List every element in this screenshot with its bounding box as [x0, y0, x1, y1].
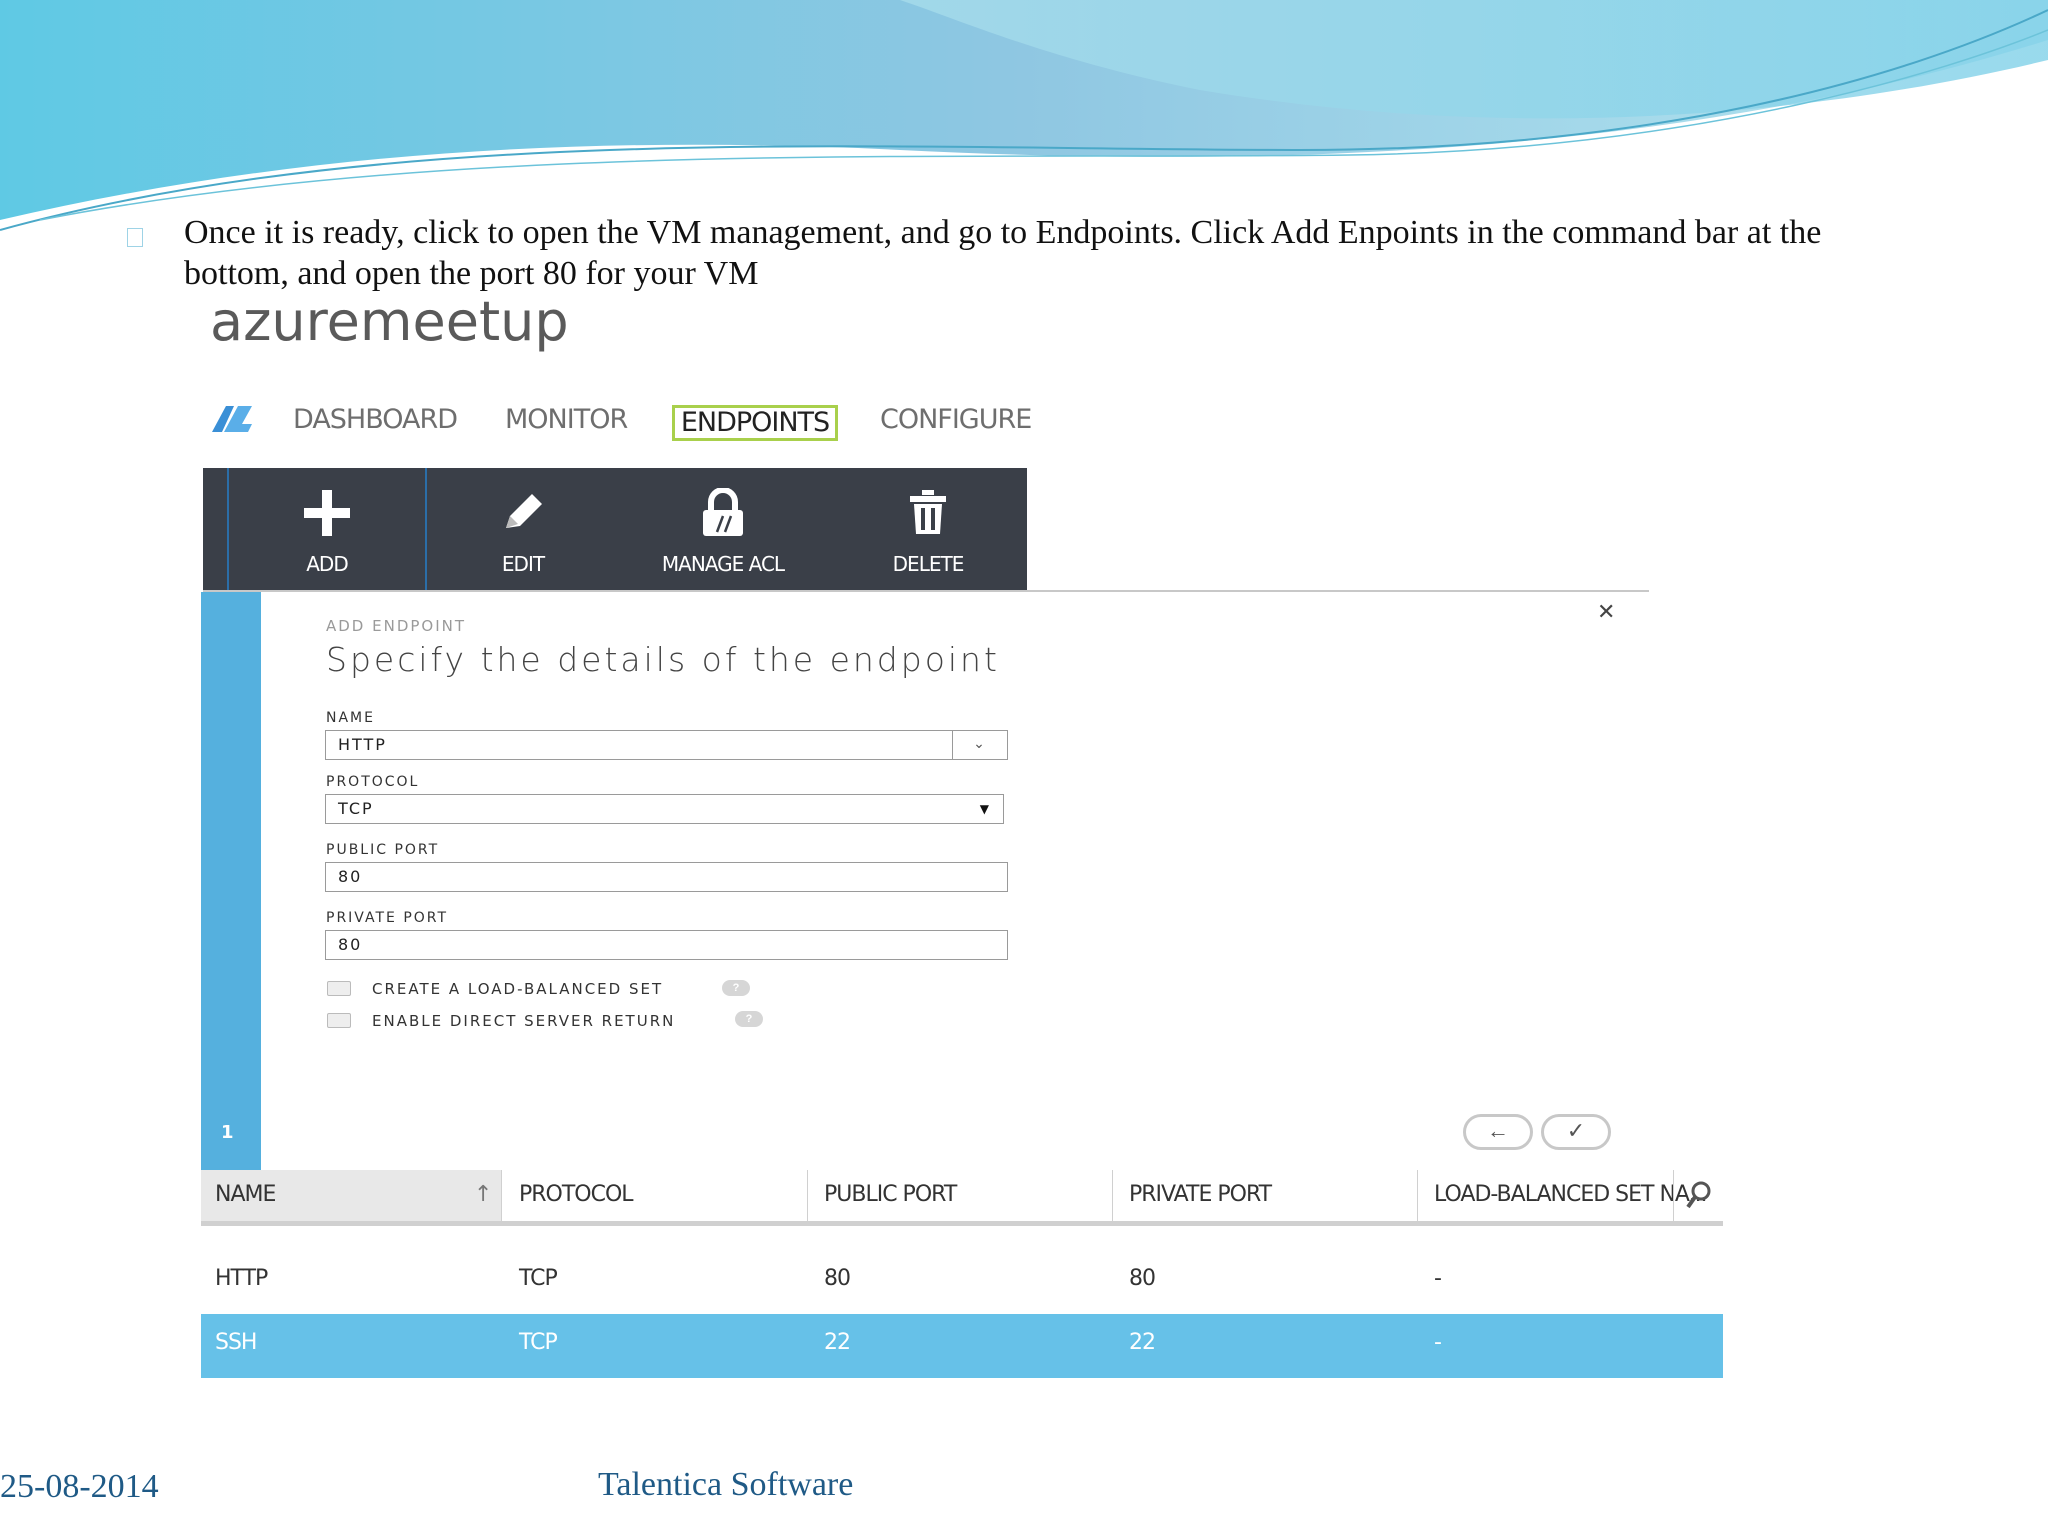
- direct-server-return-label: ENABLE DIRECT SERVER RETURN: [372, 1012, 676, 1030]
- public-port-input[interactable]: 80: [325, 862, 1008, 892]
- column-divider: [807, 1170, 808, 1222]
- bullet-marker: [127, 228, 143, 247]
- col-header-private-port[interactable]: PRIVATE PORT: [1129, 1182, 1272, 1207]
- public-port-label: PUBLIC PORT: [326, 842, 440, 858]
- tab-endpoints[interactable]: ENDPOINTS: [672, 405, 838, 441]
- private-port-label: PRIVATE PORT: [326, 910, 449, 926]
- command-bar: ADD EDIT MANAGE ACL DELETE: [203, 468, 1027, 590]
- edit-button-label: EDIT: [501, 552, 545, 576]
- manage-acl-button-label: MANAGE ACL: [661, 552, 785, 576]
- search-icon[interactable]: [1686, 1180, 1712, 1210]
- dialog-title: Specify the details of the endpoint: [326, 640, 1000, 679]
- tab-monitor[interactable]: MONITOR: [505, 404, 628, 435]
- confirm-check-button[interactable]: ✓: [1541, 1114, 1611, 1150]
- cell-name: SSH: [215, 1330, 257, 1355]
- dialog-step-rail: [201, 592, 261, 1170]
- column-divider: [501, 1170, 502, 1222]
- direct-server-return-checkbox[interactable]: [327, 1013, 351, 1028]
- dialog-top-border: [203, 590, 1649, 592]
- cell-name: HTTP: [215, 1266, 268, 1291]
- dropdown-arrow-icon: ▼: [979, 802, 991, 816]
- instruction-text: Once it is ready, click to open the VM m…: [184, 214, 1822, 292]
- table-row-selected[interactable]: SSH TCP 22 22 -: [201, 1314, 1723, 1378]
- name-combobox[interactable]: HTTP ⌄: [325, 730, 1008, 760]
- tab-configure[interactable]: CONFIGURE: [880, 404, 1032, 435]
- footer-date: 25-08-2014: [0, 1468, 159, 1505]
- delete-button-label: DELETE: [892, 552, 965, 576]
- name-label: NAME: [326, 710, 375, 726]
- cell-protocol: TCP: [519, 1266, 558, 1291]
- tab-dashboard[interactable]: DASHBOARD: [293, 404, 458, 435]
- trash-icon: [910, 490, 946, 534]
- manage-acl-button[interactable]: MANAGE ACL: [623, 468, 823, 590]
- private-port-value: 80: [338, 935, 363, 954]
- header-wave-decoration: [0, 0, 2048, 231]
- protocol-select[interactable]: TCP ▼: [325, 794, 1004, 824]
- checkmark-icon: ✓: [1566, 1118, 1586, 1143]
- protocol-label: PROTOCOL: [326, 774, 420, 790]
- column-divider: [1112, 1170, 1113, 1222]
- azure-vm-icon: [212, 406, 252, 432]
- cell-load-balanced-set: -: [1434, 1266, 1442, 1291]
- table-row[interactable]: HTTP TCP 80 80 -: [201, 1250, 1723, 1314]
- cell-private-port: 22: [1129, 1330, 1156, 1355]
- step-number: 1: [221, 1122, 234, 1143]
- back-arrow-button[interactable]: ←: [1463, 1114, 1533, 1150]
- load-balanced-label: CREATE A LOAD-BALANCED SET: [372, 980, 664, 998]
- col-header-public-port[interactable]: PUBLIC PORT: [824, 1182, 957, 1207]
- add-button[interactable]: ADD: [227, 468, 427, 590]
- column-divider: [1417, 1170, 1418, 1222]
- arrow-left-icon: ←: [1487, 1118, 1509, 1143]
- col-header-load-balanced-set[interactable]: LOAD-BALANCED SET NA...: [1434, 1182, 1708, 1207]
- private-port-input[interactable]: 80: [325, 930, 1008, 960]
- sort-ascending-icon[interactable]: ↑: [474, 1182, 492, 1207]
- load-balanced-checkbox[interactable]: [327, 981, 351, 996]
- cell-public-port: 80: [824, 1266, 851, 1291]
- table-header-underline: [201, 1221, 1723, 1226]
- edit-button[interactable]: EDIT: [438, 468, 608, 590]
- help-icon[interactable]: ?: [722, 980, 750, 996]
- lock-icon: [703, 488, 743, 536]
- cell-private-port: 80: [1129, 1266, 1156, 1291]
- close-icon[interactable]: ✕: [1597, 600, 1615, 625]
- column-divider: [1673, 1170, 1674, 1222]
- pencil-icon: [506, 494, 542, 528]
- plus-icon: [304, 490, 350, 536]
- col-header-name[interactable]: NAME: [215, 1182, 276, 1207]
- protocol-value: TCP: [338, 799, 374, 818]
- chevron-down-icon[interactable]: ⌄: [952, 731, 1007, 759]
- public-port-value: 80: [338, 867, 363, 886]
- vm-title: azuremeetup: [210, 290, 569, 353]
- dialog-section-label: ADD ENDPOINT: [326, 617, 467, 635]
- col-header-protocol[interactable]: PROTOCOL: [519, 1182, 634, 1207]
- cell-protocol: TCP: [519, 1330, 558, 1355]
- delete-button[interactable]: DELETE: [843, 468, 1013, 590]
- name-value: HTTP: [338, 735, 387, 754]
- footer-company: Talentica Software: [598, 1466, 854, 1503]
- cell-public-port: 22: [824, 1330, 851, 1355]
- help-icon[interactable]: ?: [735, 1011, 763, 1027]
- cell-load-balanced-set: -: [1434, 1330, 1442, 1355]
- add-button-label: ADD: [306, 552, 348, 576]
